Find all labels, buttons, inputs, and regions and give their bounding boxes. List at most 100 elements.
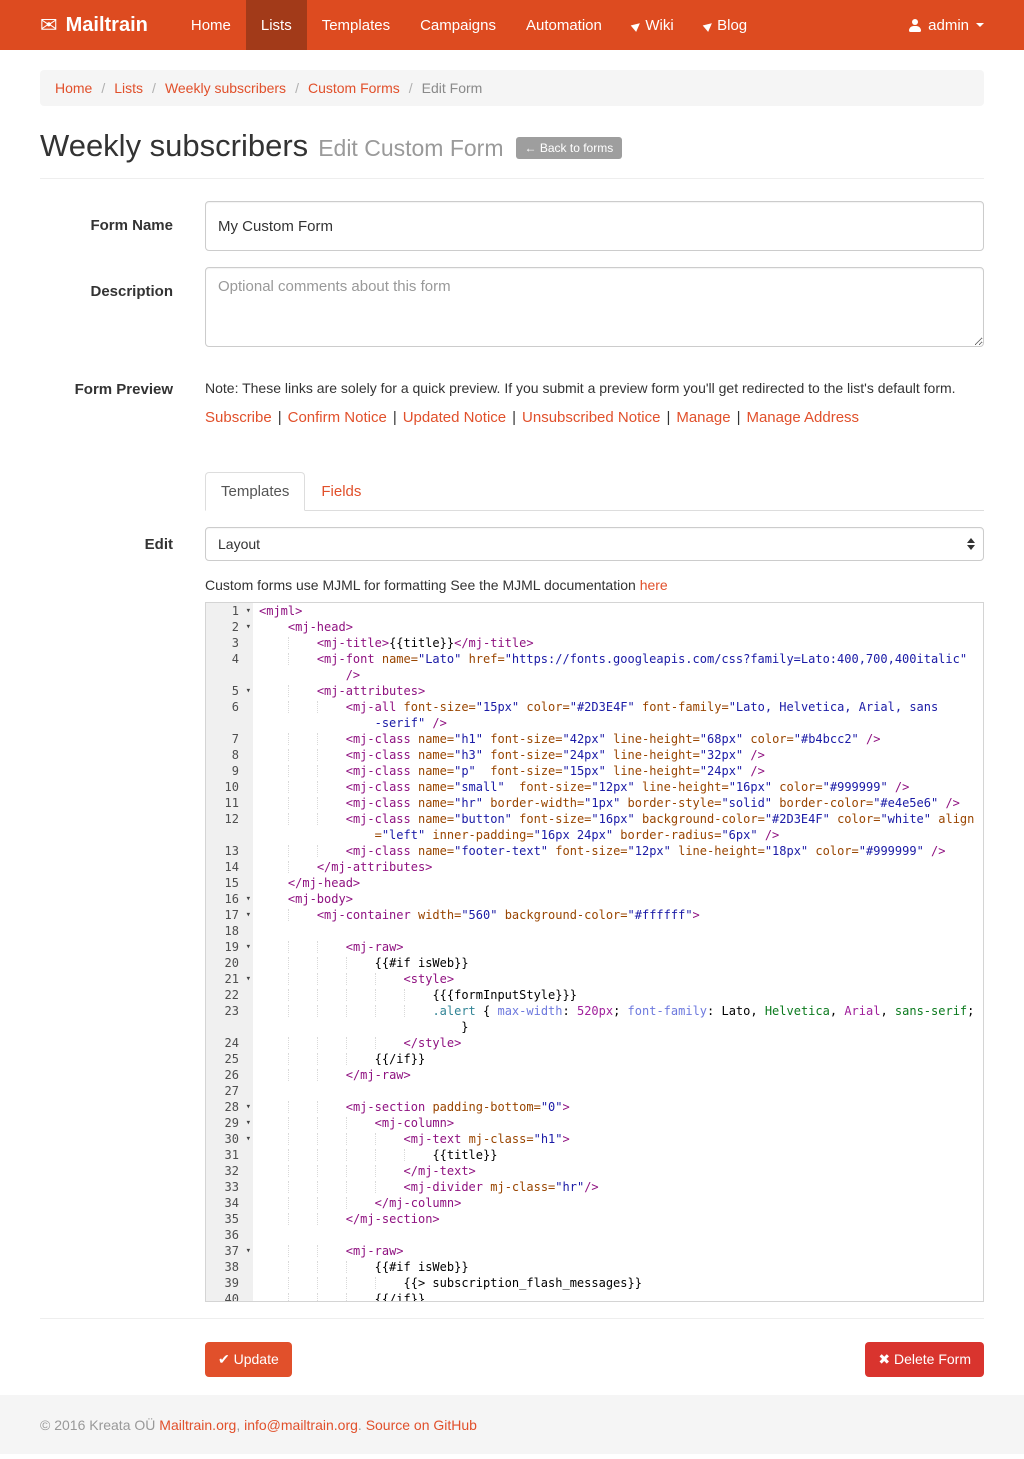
fold-caret-icon[interactable] [246,603,251,619]
fold-caret-icon[interactable] [246,683,251,699]
line-number: 7 [206,731,253,747]
breadcrumb-link-home[interactable]: Home [55,80,92,96]
code-editor[interactable]: 1<mjml>2 <mj-head>3 <mj-title>{{title}}<… [205,602,984,1302]
code-text: <mj-class name="h3" font-size="24px" lin… [253,747,983,763]
fold-caret-icon[interactable] [246,939,251,955]
tab-fields[interactable]: Fields [305,472,377,511]
line-number: 30 [206,1131,253,1147]
code-line: 39 {{> subscription_flash_messages}} [206,1275,983,1291]
code-text: <mj-class name="button" font-size="16px"… [253,811,983,827]
line-number: 4 [206,651,253,667]
line-number: 15 [206,875,253,891]
fold-caret-icon[interactable] [246,891,251,907]
nav-item-blog[interactable]: ▶Blog [689,0,763,50]
nav-item-automation[interactable]: Automation [511,0,617,50]
code-text [253,1083,983,1099]
link-separator: | [393,409,397,426]
fold-caret-icon[interactable] [246,907,251,923]
code-line: } [206,1019,983,1035]
envelope-icon: ✉ [40,13,58,38]
code-text: <style> [253,971,983,987]
line-number: 39 [206,1275,253,1291]
breadcrumb-separator: / [409,80,413,96]
breadcrumb-separator: / [295,80,299,96]
code-line: 21 <style> [206,971,983,987]
breadcrumb-link-lists[interactable]: Lists [114,80,143,96]
line-number: 35 [206,1211,253,1227]
footer-text: © 2016 Kreata OÜ [40,1417,159,1433]
line-number: 11 [206,795,253,811]
line-number: 38 [206,1259,253,1275]
edit-template-select[interactable]: Layout [205,527,984,561]
code-text: <mj-all font-size="15px" color="#2D3E4F"… [253,699,983,715]
preview-link-updated-notice[interactable]: Updated Notice [403,409,506,426]
code-text: </mj-section> [253,1211,983,1227]
footer-link-source-on-github[interactable]: Source on GitHub [366,1417,477,1433]
line-number: 40 [206,1291,253,1302]
nav-item-lists[interactable]: Lists [246,0,307,50]
user-menu[interactable]: admin [908,0,984,50]
preview-link-confirm-notice[interactable]: Confirm Notice [288,409,387,426]
code-line: 31 {{title}} [206,1147,983,1163]
breadcrumb-link-weekly-subscribers[interactable]: Weekly subscribers [165,80,286,96]
fold-caret-icon[interactable] [246,971,251,987]
line-number: 27 [206,1083,253,1099]
footer-link-mailtrain-org[interactable]: Mailtrain.org [159,1417,236,1433]
fold-caret-icon[interactable] [246,1243,251,1259]
code-line: 8 <mj-class name="h3" font-size="24px" l… [206,747,983,763]
code-text: <mj-class name="p" font-size="15px" line… [253,763,983,779]
footer-link-info-mailtrain-org[interactable]: info@mailtrain.org [244,1417,358,1433]
nav-item-wiki[interactable]: ▶Wiki [617,0,689,50]
breadcrumb-link-custom-forms[interactable]: Custom Forms [308,80,400,96]
preview-link-manage[interactable]: Manage [676,409,730,426]
code-line: 2 <mj-head> [206,619,983,635]
line-number: 25 [206,1051,253,1067]
code-line: 28 <mj-section padding-bottom="0"> [206,1099,983,1115]
line-number: 3 [206,635,253,651]
tab-templates[interactable]: Templates [205,472,305,511]
code-text: <mj-class name="small" font-size="12px" … [253,779,983,795]
nav-item-campaigns[interactable]: Campaigns [405,0,511,50]
code-line: 26 </mj-raw> [206,1067,983,1083]
code-text: {{/if}} [253,1291,983,1302]
line-number: 22 [206,987,253,1003]
fold-caret-icon[interactable] [246,1099,251,1115]
update-button[interactable]: Update [205,1342,292,1377]
line-number: 23 [206,1003,253,1019]
line-number: 14 [206,859,253,875]
send-icon: ▶ [629,17,644,32]
code-line: 6 <mj-all font-size="15px" color="#2D3E4… [206,699,983,715]
line-number: 37 [206,1243,253,1259]
preview-link-unsubscribed-notice[interactable]: Unsubscribed Notice [522,409,660,426]
edit-label: Edit [40,527,173,561]
fold-caret-icon[interactable] [246,619,251,635]
code-text: </mj-raw> [253,1067,983,1083]
code-line: 1<mjml> [206,603,983,619]
mjml-doc-link[interactable]: here [640,577,668,593]
breadcrumb-separator: / [152,80,156,96]
code-line: /> [206,667,983,683]
nav-item-home[interactable]: Home [176,0,246,50]
brand-link[interactable]: ✉ Mailtrain [40,0,148,50]
code-line: 27 [206,1083,983,1099]
preview-link-subscribe[interactable]: Subscribe [205,409,272,426]
code-text: /> [253,667,983,683]
code-text: {{#if isWeb}} [253,955,983,971]
preview-link-manage-address[interactable]: Manage Address [746,409,859,426]
code-line: 20 {{#if isWeb}} [206,955,983,971]
form-name-input[interactable] [205,201,984,251]
up-down-arrows-icon [967,538,975,550]
line-number [206,715,253,731]
preview-note: Note: These links are solely for a quick… [205,380,984,396]
back-to-forms-button[interactable]: Back to forms [516,137,623,159]
brand-label: Mailtrain [66,14,148,37]
delete-form-button[interactable]: Delete Form [865,1342,984,1377]
code-text: {{title}} [253,1147,983,1163]
line-number: 28 [206,1099,253,1115]
nav-menu: HomeListsTemplatesCampaignsAutomation▶Wi… [176,0,762,50]
fold-caret-icon[interactable] [246,1115,251,1131]
nav-item-templates[interactable]: Templates [307,0,405,50]
code-line: 23 .alert { max-width: 520px; font-famil… [206,1003,983,1019]
description-textarea[interactable] [205,267,984,347]
fold-caret-icon[interactable] [246,1131,251,1147]
